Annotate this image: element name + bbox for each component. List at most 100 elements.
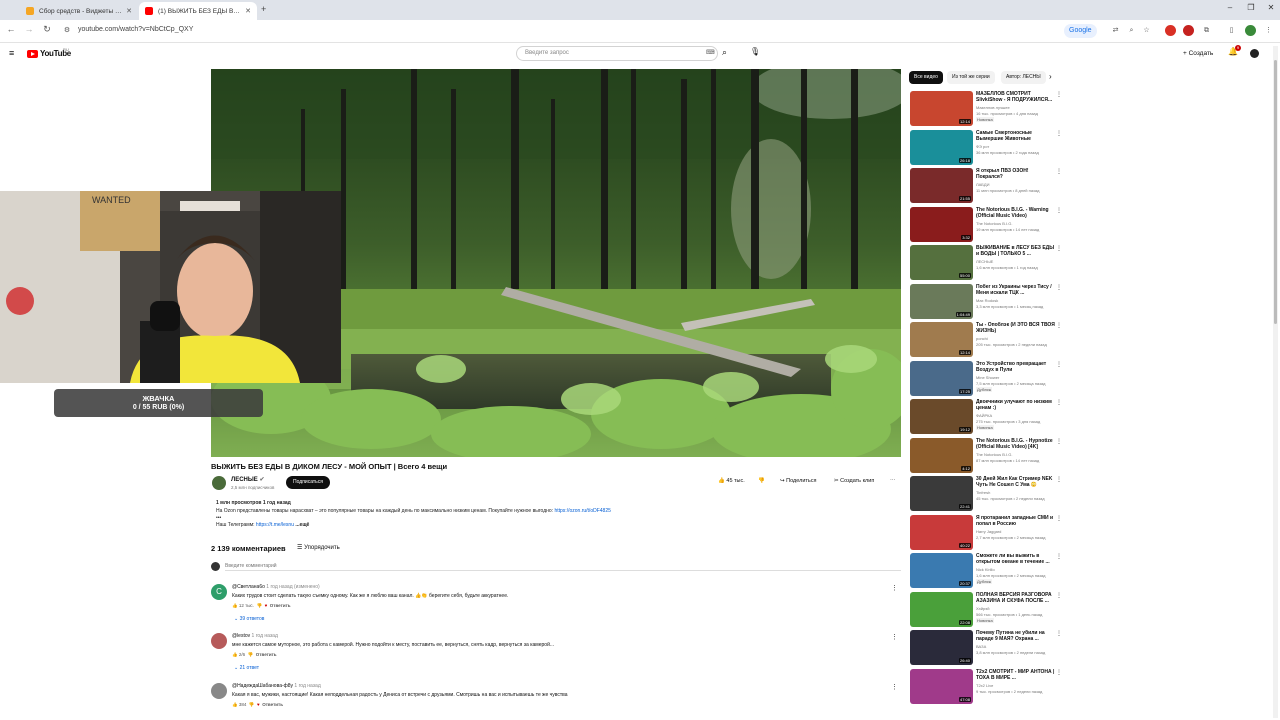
youtube-logo-icon[interactable] — [27, 50, 38, 58]
recommended-video-title[interactable]: The Notorious B.I.G. - Warning (Official… — [976, 207, 1056, 219]
create-clip-button[interactable]: ✂ Создать клип — [834, 478, 874, 484]
comment-avatar[interactable]: С — [211, 584, 227, 600]
video-thumbnail[interactable]: 26:18 — [910, 129, 973, 165]
chip-all-videos[interactable]: Все видео — [909, 71, 943, 84]
video-thumbnail[interactable]: 21:55 — [910, 168, 973, 203]
video-menu-icon[interactable]: ⋮ — [1056, 592, 1062, 599]
recommended-video-title[interactable]: The Notorious B.I.G. - Hypnotize (Offici… — [976, 438, 1056, 450]
recommended-video-title[interactable]: Самые Смертоносные Вымершие Животные — [976, 130, 1056, 142]
recommended-video[interactable]: 40:22 Я протаранил западные СМИ и попал в… — [910, 514, 1062, 551]
video-menu-icon[interactable]: ⋮ — [1056, 476, 1062, 483]
back-icon[interactable]: ← — [4, 24, 18, 34]
minimize-button[interactable]: – — [1222, 3, 1238, 12]
chip-author[interactable]: Автор: ЛЕСНЫ — [1001, 71, 1046, 84]
video-description[interactable]: 1 млн просмотров 1 год назад На Ozon пре… — [211, 496, 901, 532]
recommended-video-title[interactable]: ВЫЖИВАНИЕ в ЛЕСУ БЕЗ ЕДЫ и ВОДЫ | ТОЛЬКО… — [976, 245, 1056, 257]
chevron-right-icon[interactable]: › — [1049, 72, 1052, 81]
recommended-video-title[interactable]: Я открыл ПВЗ ОЗОН! Покрался? — [976, 168, 1056, 180]
video-thumbnail[interactable]: 3:32 — [910, 206, 973, 242]
add-comment-input[interactable]: Введите комментарий — [225, 563, 277, 569]
sort-comments-button[interactable]: ☰ Упорядочить — [297, 544, 340, 551]
video-menu-icon[interactable]: ⋮ — [1056, 91, 1062, 98]
video-thumbnail[interactable]: 12:14 — [910, 322, 973, 357]
url-field[interactable]: youtube.com/watch?v=NbCtCp_QXY — [78, 26, 193, 33]
close-tab-icon[interactable]: ✕ — [245, 7, 251, 15]
video-menu-icon[interactable]: ⋮ — [1056, 630, 1062, 637]
comment-author[interactable]: @lestov 1 год назад — [232, 633, 278, 639]
recommended-video-title[interactable]: Сможете ли вы выжить в открытом океане в… — [976, 553, 1056, 565]
video-menu-icon[interactable]: ⋮ — [1056, 438, 1062, 445]
recommended-video-title[interactable]: ПОЛНАЯ ВЕРСИЯ РАЗГОВОРА АЗАЗИНА И СКУФА … — [976, 592, 1056, 604]
keyboard-icon[interactable]: ⌨ — [706, 49, 715, 56]
recommended-channel[interactable]: ponchi — [976, 336, 988, 341]
sidebar-icon[interactable]: ▯ — [1226, 25, 1237, 36]
recommended-channel[interactable]: Harry Jaggard — [976, 529, 1001, 534]
subscribe-button[interactable]: Подписаться — [286, 476, 330, 489]
video-thumbnail[interactable]: 17:25 — [910, 360, 973, 396]
recommended-channel[interactable]: The Notorious B.I.G. — [976, 221, 1012, 226]
video-menu-icon[interactable]: ⋮ — [1056, 284, 1062, 291]
recommended-channel[interactable]: Mine Shower — [976, 375, 999, 380]
recommended-video-title[interactable]: Ты - Опоблэк (И ЭТО ВСЯ ТВОЯ ЖИЗНЬ) — [976, 322, 1056, 334]
google-lens-chip[interactable]: Google — [1064, 24, 1097, 38]
reload-icon[interactable]: ↻ — [40, 24, 54, 35]
video-thumbnail[interactable]: 1:04:49 — [910, 283, 973, 319]
account-avatar[interactable] — [1250, 49, 1259, 58]
maximize-button[interactable]: ❐ — [1243, 3, 1259, 12]
recommended-video-title[interactable]: Почему Путина не убили на параде 9 МАЯ? … — [976, 630, 1056, 642]
thumbs-up-icon[interactable]: 👍 — [232, 603, 238, 608]
recommended-video[interactable]: 19:12 Двоечники улучают по низким ценам :… — [910, 399, 1062, 435]
video-thumbnail[interactable]: 19:12 — [910, 399, 973, 434]
recommended-channel[interactable]: ФАЙРКА — [976, 413, 992, 418]
view-replies-button[interactable]: ⌄ 39 ответов — [234, 616, 264, 622]
recommended-video[interactable]: 22:41 30 Дней Жил Как Стример NEK Чуть Не… — [910, 476, 1062, 512]
recommended-channel[interactable]: ЛЕСНЫЕ — [976, 259, 993, 264]
create-button[interactable]: + Создать — [1183, 47, 1213, 61]
profile-avatar[interactable] — [1245, 25, 1256, 36]
new-tab-button[interactable]: + — [261, 4, 266, 14]
recommended-channel[interactable]: ВАЗА — [976, 644, 986, 649]
bookmark-star-icon[interactable]: ☆ — [1141, 25, 1152, 36]
recommended-channel[interactable]: Мазеллов лучшее — [976, 105, 1010, 110]
recommended-video[interactable]: 12:14 МАЗЕЛЛОВ СМОТРИТ SlivkiShow - Я ПОД… — [910, 91, 1062, 127]
recommended-video[interactable]: 3:32 The Notorious B.I.G. - Warning (Offi… — [910, 206, 1062, 243]
recommended-video[interactable]: 17:25 Это Устройство превращает Воздух в … — [910, 360, 1062, 397]
video-thumbnail[interactable]: 12:14 — [910, 91, 973, 126]
recommended-video[interactable]: 12:14 Ты - Опоблэк (И ЭТО ВСЯ ТВОЯ ЖИЗНЬ)… — [910, 322, 1062, 358]
video-thumbnail[interactable]: 40:22 — [910, 514, 973, 550]
close-window-button[interactable]: ✕ — [1263, 3, 1279, 12]
recommended-video-title[interactable]: Я протаранил западные СМИ и попал в Росс… — [976, 515, 1056, 527]
telegram-link[interactable]: https://t.me/lesnu — [256, 522, 294, 528]
thumbs-up-icon[interactable]: 👍 — [232, 702, 238, 707]
recommended-video[interactable]: 20:37 Сможете ли вы выжить в открытом оке… — [910, 553, 1062, 589]
recommended-video-title[interactable]: Двоечники улучают по низким ценам :) — [976, 399, 1056, 411]
video-thumbnail[interactable]: 4:12 — [910, 437, 973, 473]
like-button[interactable]: 👍 45 тыс. — [718, 478, 745, 484]
search-input[interactable]: Введите запрос — [516, 46, 718, 61]
recommended-channel[interactable]: ФЭ рот — [976, 144, 989, 149]
recommended-video-title[interactable]: 30 Дней Жил Как Стример NEK Чуть Не Соше… — [976, 476, 1056, 488]
video-menu-icon[interactable]: ⋮ — [1056, 399, 1062, 406]
comment-author[interactable]: @НадеждаШабанова-ф8у 1 год назад — [232, 683, 321, 689]
translate-icon[interactable]: ⇄ — [1110, 25, 1121, 36]
dislike-button[interactable]: 👎 — [758, 478, 765, 484]
search-icon[interactable]: ⌕ — [722, 47, 727, 58]
chip-same-series[interactable]: Из той же серии — [947, 71, 995, 84]
site-info-icon[interactable]: ⚙ — [60, 26, 74, 34]
recommended-video-title[interactable]: T2x2 СМОТРИТ - МИР АНТОНА | ТОХА В МИРЕ … — [976, 669, 1056, 681]
extension-icon[interactable] — [1165, 25, 1176, 36]
comment-menu-icon[interactable]: ⋮ — [891, 683, 898, 691]
reply-button[interactable]: Ответить — [262, 702, 283, 707]
video-menu-icon[interactable]: ⋮ — [1056, 515, 1062, 522]
view-replies-button[interactable]: ⌄ 21 ответ — [234, 665, 259, 671]
recommended-video-title[interactable]: Побег из Украины через Тису / Меня искал… — [976, 284, 1056, 296]
recommended-channel[interactable]: Хэйрэй — [976, 606, 989, 611]
video-menu-icon[interactable]: ⋮ — [1056, 553, 1062, 560]
video-menu-icon[interactable]: ⋮ — [1056, 669, 1062, 676]
recommended-video[interactable]: 26:18 Самые Смертоносные Вымершие Животны… — [910, 129, 1062, 166]
recommended-video[interactable]: 26:40 Почему Путина не убили на параде 9 … — [910, 630, 1062, 666]
microphone-icon[interactable]: 🎙 — [750, 47, 760, 56]
video-menu-icon[interactable]: ⋮ — [1056, 207, 1062, 214]
thumbs-down-icon[interactable]: 👎 — [249, 702, 255, 707]
video-menu-icon[interactable]: ⋮ — [1056, 322, 1062, 329]
